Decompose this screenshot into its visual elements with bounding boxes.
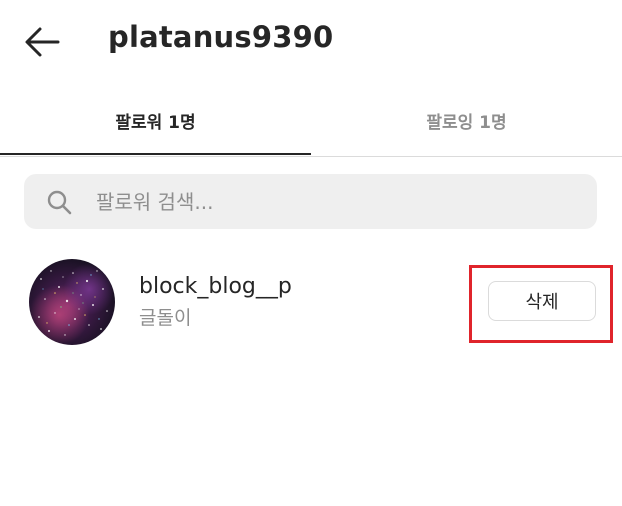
tab-followers[interactable]: 팔로워 1명 xyxy=(0,84,311,156)
arrow-left-icon xyxy=(25,27,60,57)
active-tab-indicator xyxy=(0,153,311,155)
tab-bar: 팔로워 1명 팔로잉 1명 xyxy=(0,84,622,157)
follower-full-name: 글돌이 xyxy=(139,307,192,329)
follower-names: block_blog__p 글돌이 xyxy=(139,274,292,330)
follower-username[interactable]: block_blog__p xyxy=(139,274,292,299)
search-icon xyxy=(47,190,72,215)
page-title: platanus9390 xyxy=(108,20,334,54)
search-input[interactable] xyxy=(94,184,578,220)
top-bar: platanus9390 xyxy=(0,0,622,84)
remove-follower-button[interactable]: 삭제 xyxy=(488,281,596,321)
tab-following[interactable]: 팔로잉 1명 xyxy=(311,84,622,156)
search-bar[interactable] xyxy=(24,174,597,229)
avatar[interactable] xyxy=(29,259,115,345)
back-button[interactable] xyxy=(20,22,64,62)
